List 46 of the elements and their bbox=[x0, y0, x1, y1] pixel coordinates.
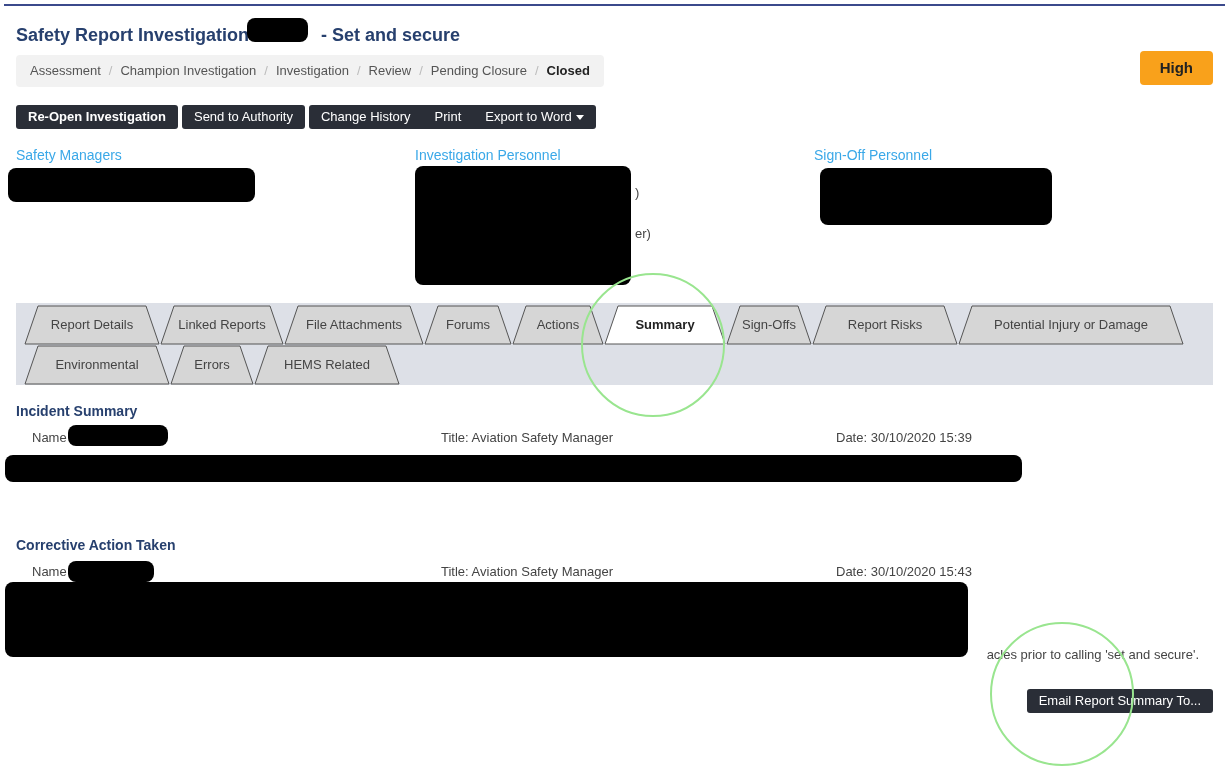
caret-icon bbox=[575, 114, 584, 120]
personnel-text: ) bbox=[635, 184, 640, 202]
personnel-text: er) bbox=[635, 224, 651, 243]
tab[interactable]: Forums bbox=[424, 305, 512, 345]
section-heading: Safety Managers bbox=[16, 146, 123, 165]
priority-badge: High bbox=[1139, 51, 1213, 85]
section-heading: Incident Summary bbox=[16, 402, 139, 421]
section-heading: Investigation Personnel bbox=[415, 146, 562, 165]
section-heading: Corrective Action Taken bbox=[16, 536, 177, 555]
tab[interactable]: Sign-Offs bbox=[726, 305, 812, 345]
toolbar-button[interactable]: Change History bbox=[309, 105, 423, 129]
toolbar-button[interactable]: Print bbox=[422, 105, 474, 129]
toolbar-button[interactable]: Re-Open Investigation bbox=[16, 105, 178, 129]
tab[interactable]: Potential Injury or Damage bbox=[958, 305, 1184, 345]
section-heading: Sign-Off Personnel bbox=[814, 146, 934, 165]
breadcrumb-item[interactable]: Investigation bbox=[275, 61, 349, 81]
entry-date: Date: 30/10/2020 15:39 bbox=[836, 429, 972, 447]
tab[interactable]: Report Risks bbox=[812, 305, 958, 345]
page-title: Safety Report Investigation bbox=[16, 24, 250, 47]
toolbar-button[interactable]: Send to Authority bbox=[181, 105, 305, 129]
breadcrumb-separator: / bbox=[108, 62, 113, 81]
breadcrumb-item: Closed bbox=[546, 62, 590, 81]
tab[interactable]: Summary bbox=[604, 305, 726, 345]
redaction-bar bbox=[247, 18, 308, 42]
breadcrumb-item[interactable]: Pending Closure bbox=[430, 61, 527, 81]
tab[interactable]: Report Details bbox=[24, 305, 160, 345]
breadcrumb-separator: / bbox=[264, 62, 268, 81]
tab[interactable]: HEMS Related bbox=[254, 345, 400, 385]
author-name-label: Name bbox=[32, 429, 67, 447]
page-title-suffix: - Set and secure bbox=[321, 24, 461, 47]
tab[interactable]: Environmental bbox=[24, 345, 170, 385]
author-name-label: Name bbox=[32, 563, 67, 581]
tab[interactable]: Linked Reports bbox=[160, 305, 284, 345]
breadcrumb-item[interactable]: Assessment bbox=[30, 61, 101, 81]
author-title: Title: Aviation Safety Manager bbox=[441, 563, 613, 581]
dropdown-button[interactable]: Export to Word bbox=[473, 105, 596, 129]
breadcrumb-separator: / bbox=[356, 62, 361, 81]
tab[interactable]: File Attachments bbox=[284, 305, 424, 345]
breadcrumb-item[interactable]: Champion Investigation bbox=[120, 61, 257, 81]
breadcrumb-item[interactable]: Review bbox=[368, 61, 412, 81]
author-title: Title: Aviation Safety Manager bbox=[441, 429, 613, 447]
breadcrumb-separator: / bbox=[419, 62, 423, 81]
tab[interactable]: Actions bbox=[512, 305, 604, 345]
entry-date: Date: 30/10/2020 15:43 bbox=[836, 563, 972, 581]
breadcrumb-separator: / bbox=[534, 62, 539, 81]
tab[interactable]: Errors bbox=[170, 345, 254, 385]
